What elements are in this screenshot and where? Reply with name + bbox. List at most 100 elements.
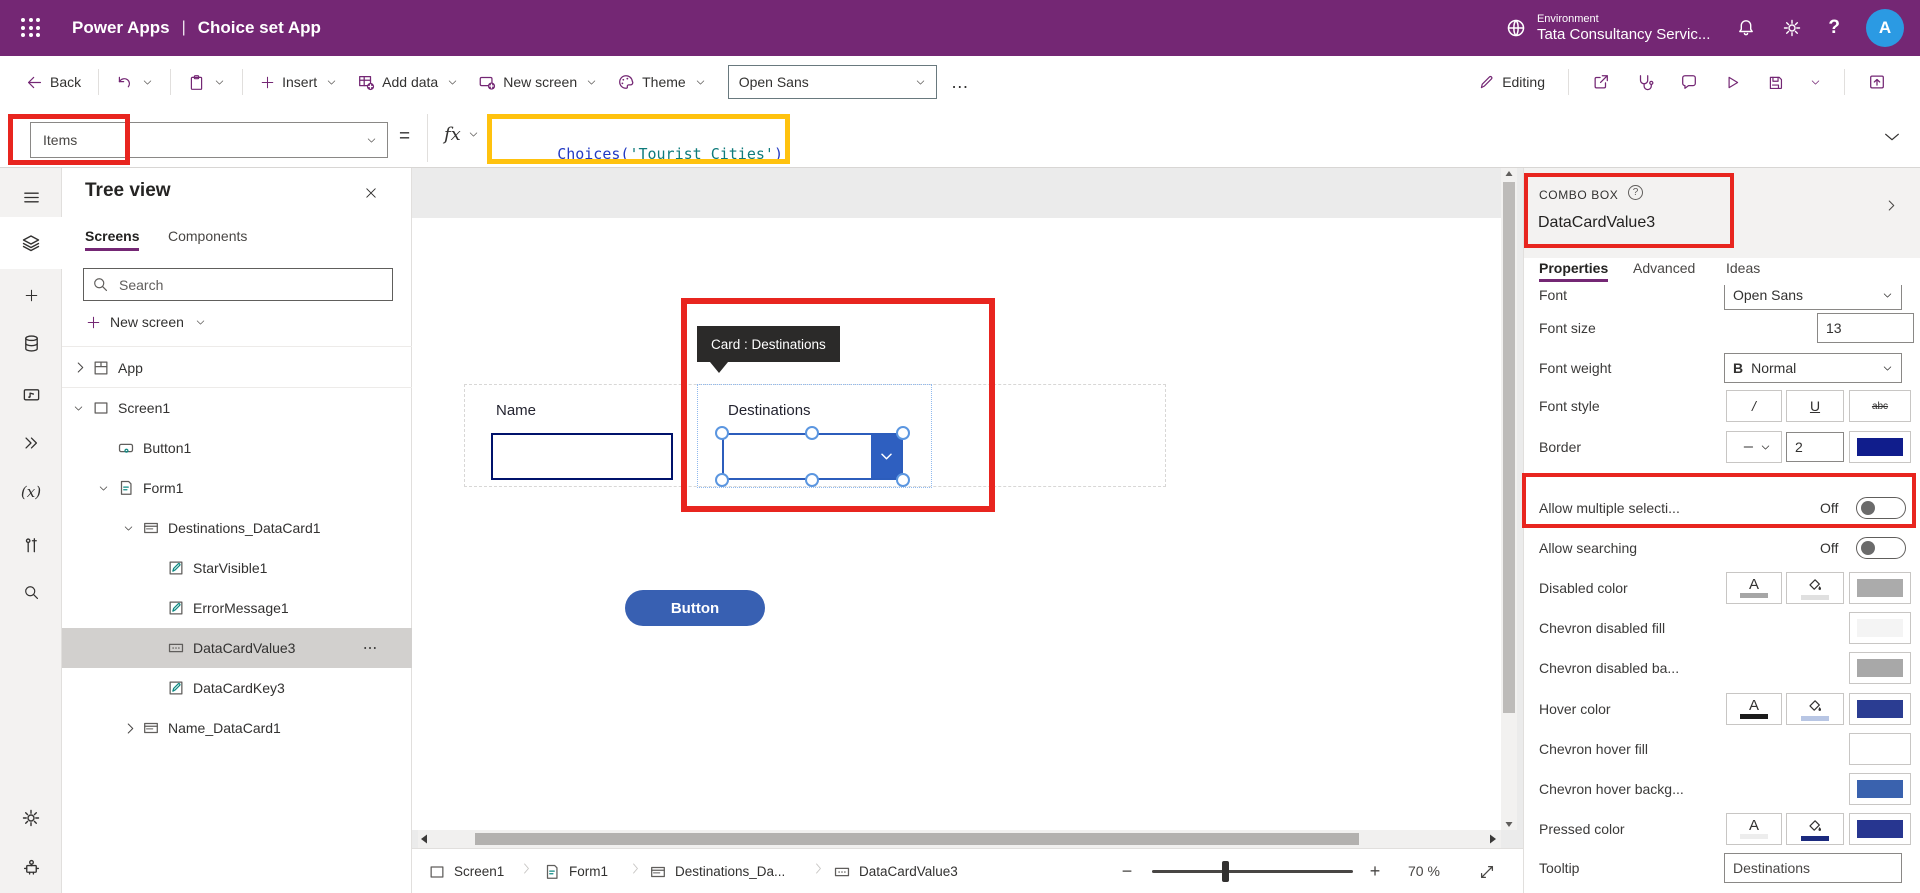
formula-expand-icon[interactable] [1883, 128, 1901, 146]
color-swatch[interactable] [1849, 733, 1911, 765]
tooltip-input[interactable] [1724, 853, 1902, 883]
horizontal-scroll-thumb[interactable] [475, 833, 1359, 845]
name-text-input[interactable] [491, 433, 673, 480]
fill-color-button[interactable] [1786, 572, 1844, 604]
font-selector[interactable]: Open Sans [728, 65, 937, 99]
scroll-right-icon[interactable] [1489, 833, 1497, 845]
fill-color-button[interactable] [1786, 693, 1844, 725]
tree-item-errormessage1[interactable]: ErrorMessage1 [62, 588, 412, 628]
scroll-left-icon[interactable] [420, 833, 428, 845]
button1-control[interactable]: Button [625, 590, 765, 626]
border-thickness-input[interactable] [1786, 432, 1844, 462]
strikethrough-button[interactable]: abc [1849, 390, 1911, 422]
toolbar-add-data-button[interactable]: Add data [349, 67, 466, 97]
toolbar-undo-button[interactable] [108, 68, 161, 97]
toolbar-app-checker-button[interactable] [1628, 67, 1662, 97]
new-screen-button[interactable]: New screen [86, 314, 206, 330]
help-icon[interactable]: ? [1828, 17, 1840, 39]
zoom-slider-thumb[interactable] [1222, 861, 1229, 882]
property-selector[interactable]: Items [30, 122, 388, 158]
italic-button[interactable]: / [1726, 390, 1782, 422]
toolbar-back-button[interactable]: Back [18, 68, 89, 97]
combobox-chevron-button[interactable] [871, 435, 901, 478]
font-size-input[interactable] [1817, 313, 1914, 343]
toolbar-comments-button[interactable] [1672, 67, 1706, 97]
resize-handle[interactable] [805, 473, 819, 487]
tree-item-button1[interactable]: Button1 [62, 428, 412, 468]
screen1-canvas[interactable]: Name Destinations Card : Destinations Bu… [412, 218, 1501, 830]
color-swatch[interactable] [1849, 693, 1911, 725]
tab-ideas[interactable]: Ideas [1726, 260, 1760, 276]
zoom-out-button[interactable]: − [1112, 849, 1142, 893]
resize-handle[interactable] [715, 426, 729, 440]
toolbar-save-options-button[interactable] [1802, 71, 1829, 94]
toolbar-insert-button[interactable]: Insert [252, 68, 345, 96]
tree-item-app[interactable]: App [62, 348, 412, 388]
resize-handle[interactable] [896, 473, 910, 487]
zoom-in-button[interactable]: + [1360, 849, 1390, 893]
property-font-weight-dropdown[interactable]: BNormal [1724, 353, 1902, 383]
rail-item-variables[interactable]: (x) [0, 466, 62, 518]
fx-selector[interactable]: fx [444, 124, 479, 145]
rail-item-insert[interactable] [0, 269, 62, 321]
tab-advanced[interactable]: Advanced [1633, 260, 1695, 276]
toolbar-share-button[interactable] [1584, 67, 1618, 97]
notifications-icon[interactable] [1736, 18, 1756, 38]
underline-button[interactable]: U [1786, 390, 1844, 422]
overflow-button[interactable]: … [937, 72, 985, 93]
tab-screens[interactable]: Screens [85, 228, 139, 244]
breadcrumb-form1[interactable]: Form1 [543, 849, 608, 893]
toggle-allow-multiple-selecti-[interactable] [1856, 497, 1906, 519]
color-swatch[interactable] [1849, 813, 1911, 845]
chevron-down-icon[interactable] [98, 483, 109, 494]
text-color-button[interactable]: A [1726, 572, 1782, 604]
tree-item-screen1[interactable]: Screen1 [62, 388, 412, 428]
color-swatch[interactable] [1849, 572, 1911, 604]
tree-item-form1[interactable]: Form1 [62, 468, 412, 508]
avatar[interactable]: A [1866, 9, 1904, 47]
rail-item-search[interactable] [0, 566, 62, 618]
resize-handle[interactable] [805, 426, 819, 440]
toggle-allow-searching[interactable] [1856, 537, 1906, 559]
tree-item-starvisible1[interactable]: StarVisible1 [62, 548, 412, 588]
help-circle-icon[interactable]: ? [1628, 185, 1643, 200]
rail-item-tree-view[interactable] [0, 217, 62, 269]
toolbar-save-button[interactable] [1759, 68, 1792, 97]
resize-handle[interactable] [715, 473, 729, 487]
search-input[interactable] [117, 276, 357, 294]
toolbar-new-screen-button[interactable]: New screen [470, 67, 605, 97]
chevron-down-icon[interactable] [123, 523, 134, 534]
toolbar-paste-button[interactable] [180, 68, 233, 97]
close-icon[interactable] [360, 182, 382, 204]
fill-color-button[interactable] [1786, 813, 1844, 845]
toolbar-theme-button[interactable]: Theme [609, 67, 714, 97]
scroll-up-icon[interactable] [1505, 170, 1513, 178]
waffle-icon[interactable] [18, 15, 44, 41]
resize-handle[interactable] [896, 426, 910, 440]
vertical-scroll-thumb[interactable] [1503, 182, 1515, 713]
text-color-button[interactable]: A [1726, 693, 1782, 725]
zoom-slider-track[interactable] [1152, 870, 1353, 873]
toolbar-publish-button[interactable] [1860, 67, 1894, 97]
border-style-dropdown[interactable] [1726, 431, 1782, 463]
rail-item-settings[interactable] [0, 792, 62, 844]
rail-item-virtual-agents[interactable] [0, 841, 62, 893]
chevron-right-icon[interactable] [73, 360, 88, 375]
border-color-swatch[interactable] [1849, 431, 1911, 463]
tree-item-name_datacard1[interactable]: Name_DataCard1 [62, 708, 412, 748]
toolbar-editing-button[interactable]: Editing [1470, 68, 1553, 97]
chevron-right-icon[interactable] [123, 721, 138, 736]
tab-properties[interactable]: Properties [1539, 260, 1608, 276]
breadcrumb-datacardvalue3[interactable]: DataCardValue3 [833, 849, 958, 893]
tree-item-datacardvalue3[interactable]: DataCardValue3 [62, 628, 412, 668]
tab-components[interactable]: Components [168, 228, 247, 244]
breadcrumb-destinations-da-[interactable]: Destinations_Da... [649, 849, 785, 893]
breadcrumb-screen1[interactable]: Screen1 [428, 849, 504, 893]
more-icon[interactable] [362, 640, 378, 656]
color-swatch[interactable] [1849, 773, 1911, 805]
rail-item-media[interactable] [0, 369, 62, 421]
rail-item-menu[interactable] [0, 171, 62, 223]
tree-item-destinations_datacard1[interactable]: Destinations_DataCard1 [62, 508, 412, 548]
rail-item-power-automate[interactable] [0, 417, 62, 469]
tree-item-datacardkey3[interactable]: DataCardKey3 [62, 668, 412, 708]
